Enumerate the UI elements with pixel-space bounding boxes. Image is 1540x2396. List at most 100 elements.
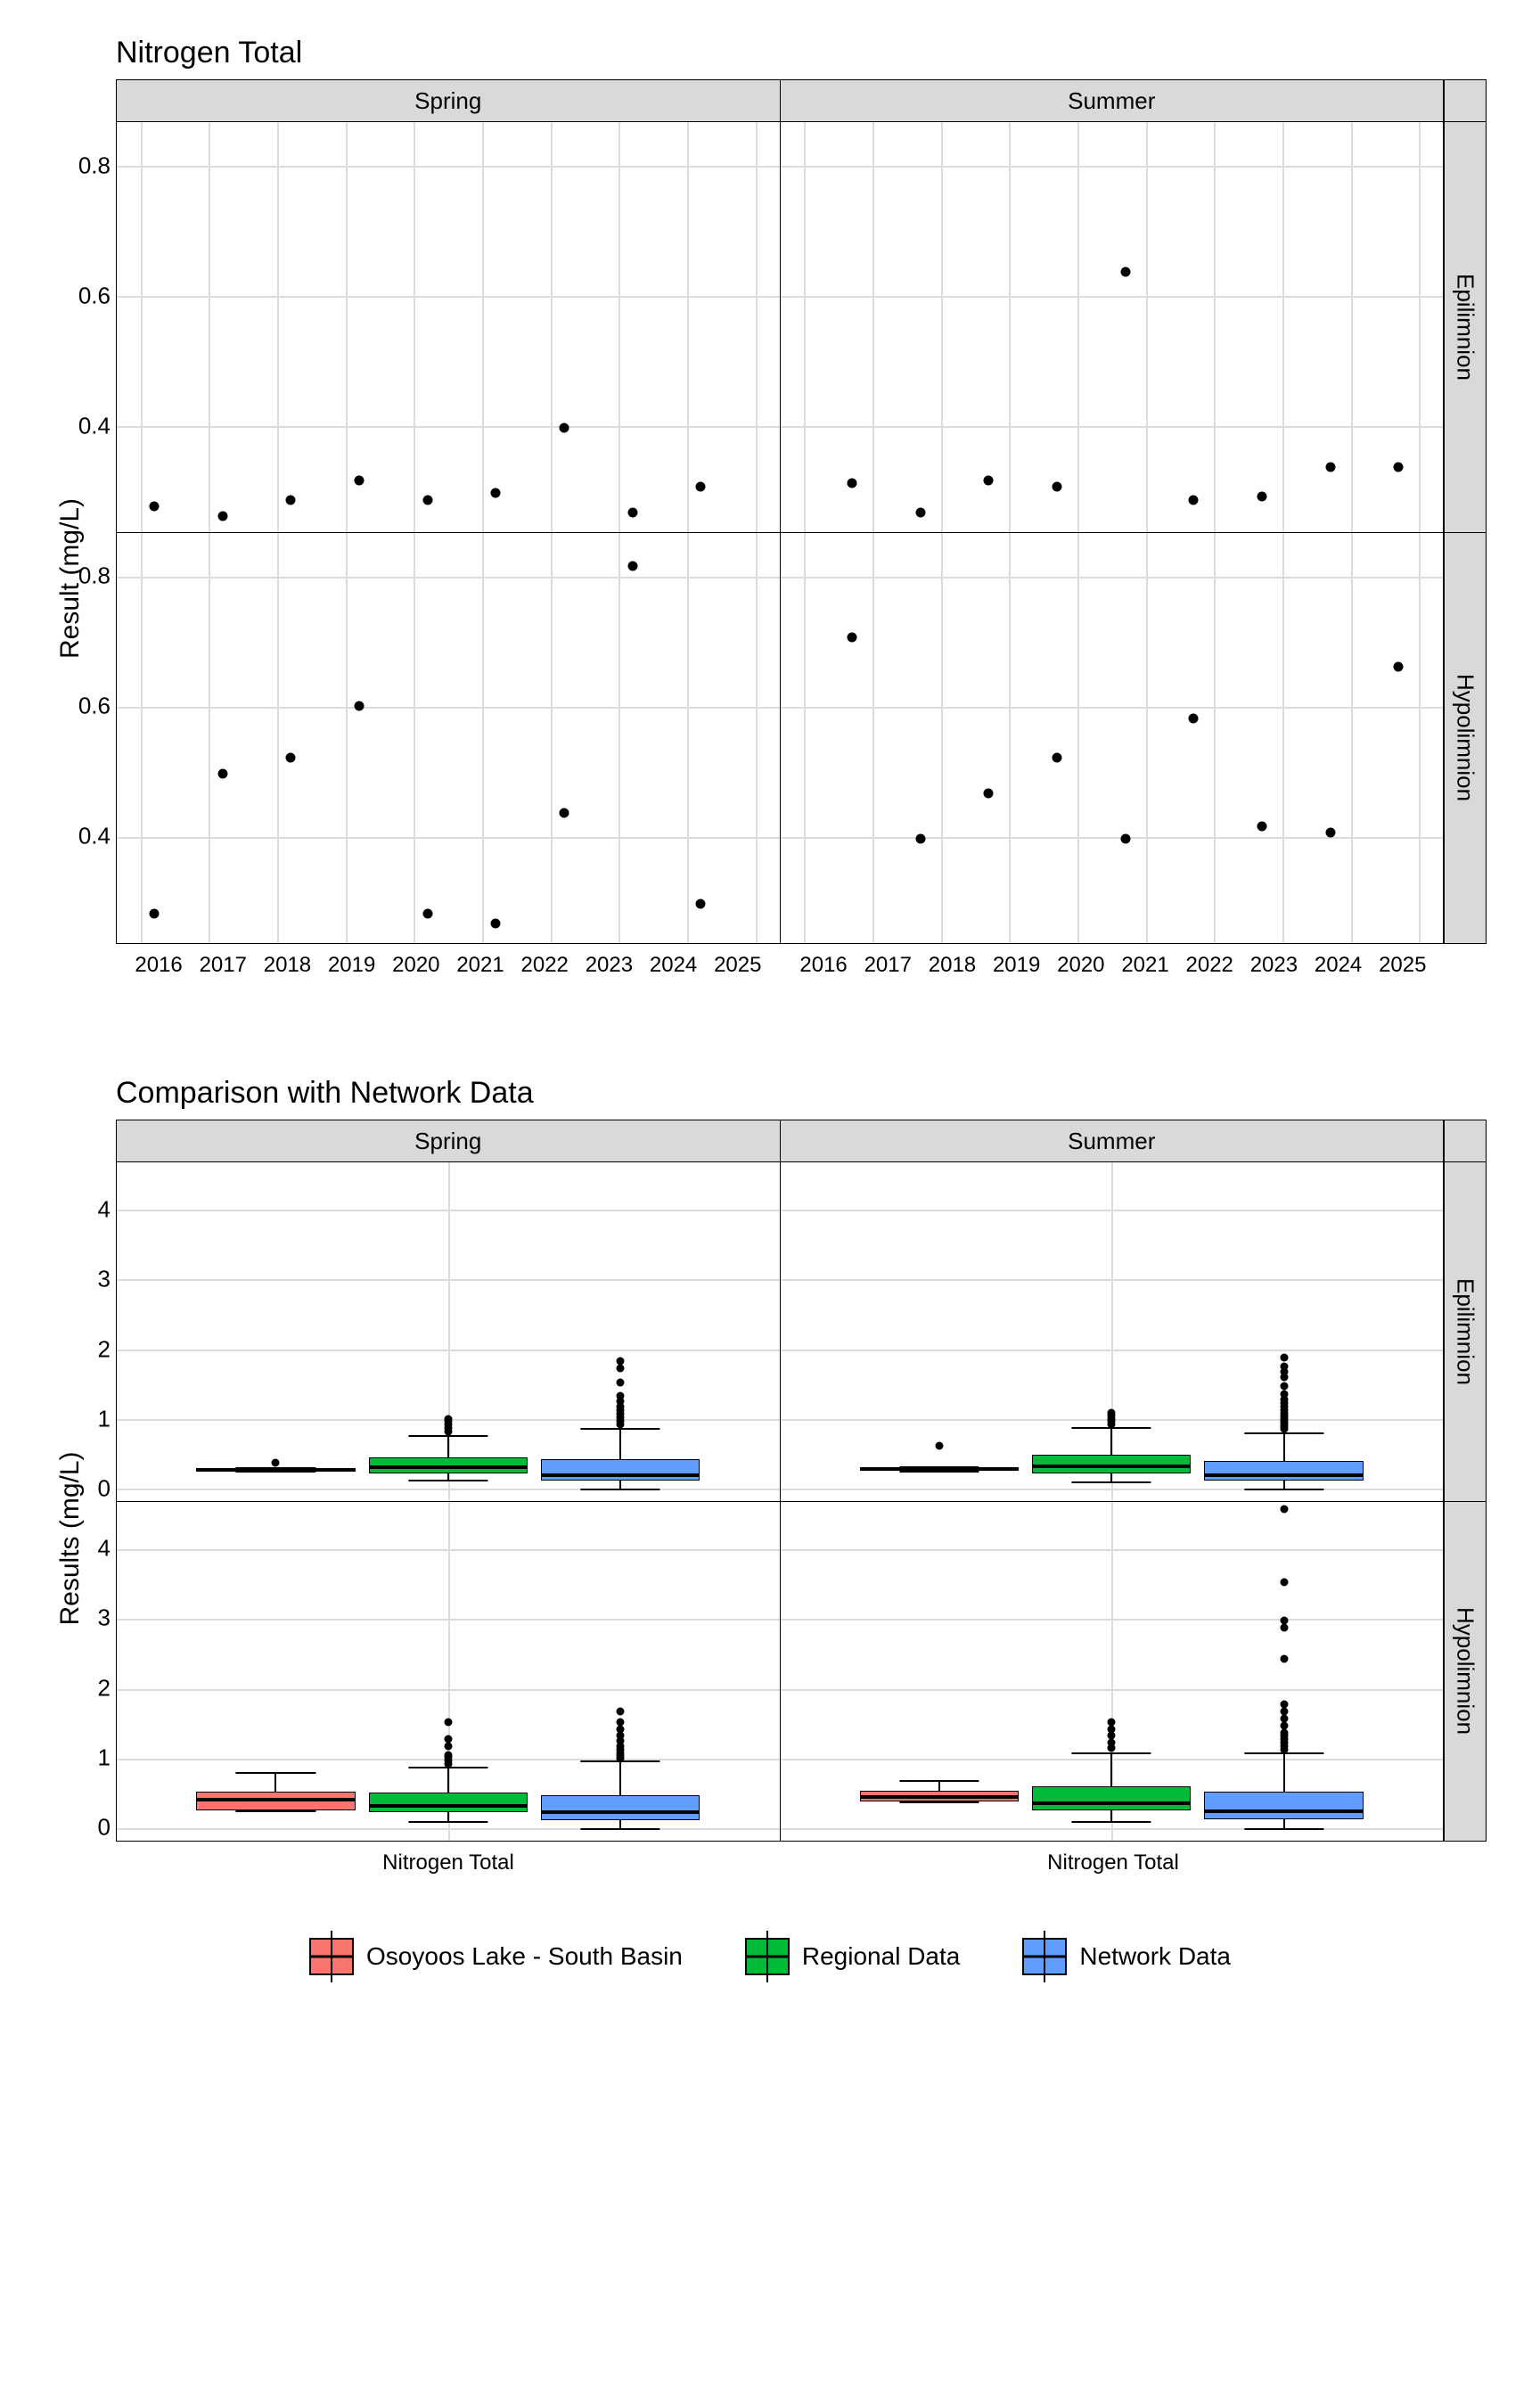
data-point <box>847 632 856 642</box>
outlier-point <box>617 1708 625 1716</box>
outlier-point <box>617 1732 625 1740</box>
data-point <box>1189 714 1199 724</box>
data-point <box>491 488 501 498</box>
outlier-point <box>1280 1714 1288 1722</box>
outlier-point <box>1108 1732 1116 1740</box>
data-point <box>1189 495 1199 505</box>
data-point <box>560 423 569 433</box>
data-point <box>1394 462 1404 472</box>
outlier-point <box>617 1725 625 1733</box>
boxplot-box <box>1032 1455 1191 1473</box>
outlier-point <box>1280 1708 1288 1716</box>
outlier-point <box>444 1743 452 1751</box>
chart-title-box: Comparison with Network Data <box>116 1076 1504 1111</box>
data-point <box>355 475 365 485</box>
data-point <box>1052 752 1061 762</box>
legend-item: Network Data <box>1022 1938 1231 1975</box>
data-point <box>984 475 994 485</box>
boxplot-box <box>541 1795 700 1819</box>
data-point <box>355 701 365 710</box>
data-point <box>847 479 856 488</box>
x-ticks-scatter: 2016201720182019202020212022202320242025… <box>116 944 1446 978</box>
data-point <box>915 508 925 518</box>
outlier-point <box>444 1718 452 1726</box>
facet-col-spring: Spring <box>117 80 781 121</box>
legend-label: Osoyoos Lake - South Basin <box>366 1942 683 1971</box>
outlier-point <box>444 1415 452 1424</box>
boxplot-box <box>541 1459 700 1481</box>
boxplot-box <box>1032 1786 1191 1810</box>
outlier-point <box>1280 1617 1288 1625</box>
legend: Osoyoos Lake - South Basin Regional Data N… <box>36 1938 1504 1975</box>
data-point <box>150 501 160 511</box>
page: Nitrogen Total Result (mg/L) 0.40.60.80.… <box>0 0 1540 2029</box>
outlier-point <box>1280 1382 1288 1390</box>
data-point <box>286 752 296 762</box>
facet-row-epilimnion: Epilimnion <box>1444 122 1486 532</box>
scatter-facet-grid: Spring Summer EpilimnionHypolimnion <box>116 79 1487 944</box>
x-ticks-box: Nitrogen TotalNitrogen Total <box>116 1842 1446 1875</box>
legend-label: Network Data <box>1079 1942 1231 1971</box>
data-point <box>627 508 637 518</box>
outlier-point <box>617 1365 625 1373</box>
outlier-point <box>1108 1725 1116 1733</box>
data-point <box>1120 834 1130 844</box>
chart-title-scatter: Nitrogen Total <box>116 36 1504 70</box>
facet-row-hypolimnion-2: Hypolimnion <box>1444 1502 1486 1841</box>
outlier-point <box>1108 1718 1116 1726</box>
legend-item: Osoyoos Lake - South Basin <box>309 1938 683 1975</box>
facet-row-epilimnion-2: Epilimnion <box>1444 1162 1486 1501</box>
facet-col-summer-2: Summer <box>781 1120 1445 1161</box>
data-point <box>696 899 706 909</box>
outlier-point <box>1280 1624 1288 1632</box>
outlier-point <box>1280 1728 1288 1736</box>
data-point <box>217 511 227 521</box>
data-point <box>422 495 432 505</box>
outlier-point <box>1280 1701 1288 1709</box>
outlier-point <box>1280 1354 1288 1362</box>
data-point <box>560 808 569 817</box>
y-axis-label-box: Results (mg/L) <box>55 1451 86 1625</box>
outlier-point <box>617 1358 625 1366</box>
outlier-point <box>444 1735 452 1744</box>
outlier-point <box>617 1718 625 1726</box>
outlier-point <box>935 1442 943 1450</box>
data-point <box>1052 481 1061 491</box>
outlier-point <box>1280 1505 1288 1513</box>
outlier-point <box>272 1458 280 1466</box>
data-point <box>627 561 637 570</box>
boxplot-box <box>369 1793 528 1812</box>
outlier-point <box>617 1378 625 1386</box>
boxplot-box <box>860 1467 1019 1470</box>
data-point <box>217 769 227 779</box>
data-point <box>1394 661 1404 671</box>
data-point <box>1120 267 1130 276</box>
boxplot-box <box>860 1791 1019 1802</box>
data-point <box>150 909 160 919</box>
data-point <box>286 495 296 505</box>
legend-key-icon <box>309 1938 354 1975</box>
outlier-point <box>1280 1579 1288 1587</box>
legend-label: Regional Data <box>802 1942 960 1971</box>
legend-item: Regional Data <box>745 1938 960 1975</box>
facet-col-spring-2: Spring <box>117 1120 781 1161</box>
data-point <box>915 834 925 844</box>
outlier-point <box>1280 1655 1288 1663</box>
data-point <box>1325 462 1335 472</box>
outlier-point <box>1108 1739 1116 1747</box>
data-point <box>1325 827 1335 837</box>
data-point <box>1257 821 1266 831</box>
boxplot-box <box>369 1457 528 1473</box>
data-point <box>491 919 501 929</box>
facet-col-summer: Summer <box>781 80 1445 121</box>
data-point <box>422 909 432 919</box>
outlier-point <box>617 1392 625 1400</box>
data-point <box>696 481 706 491</box>
data-point <box>984 789 994 799</box>
legend-key-icon <box>745 1938 790 1975</box>
facet-row-hypolimnion: Hypolimnion <box>1444 533 1486 943</box>
boxplot-box <box>196 1469 355 1471</box>
box-facet-grid: Spring Summer EpilimnionHypolimnion <box>116 1120 1487 1842</box>
outlier-point <box>444 1751 452 1759</box>
data-point <box>1257 491 1266 501</box>
